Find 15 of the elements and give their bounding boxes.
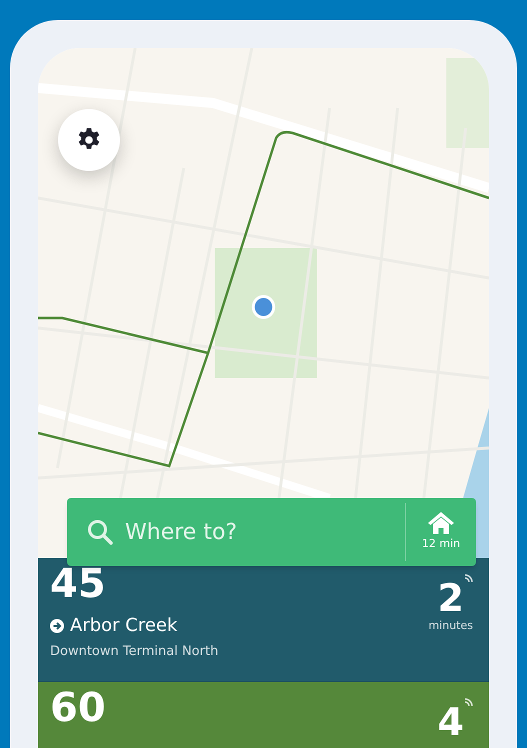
realtime-signal-icon: [464, 698, 473, 708]
route-number: 60: [50, 686, 106, 730]
eta-unit: minutes: [428, 618, 473, 634]
destination-name: Arbor Creek: [70, 614, 178, 638]
search-field[interactable]: Where to?: [125, 516, 375, 548]
search-bar[interactable]: Where to? 12 min: [67, 498, 476, 566]
home-icon: [428, 512, 454, 534]
eta-value: 2: [438, 578, 464, 618]
search-icon: [87, 519, 113, 545]
departure-card[interactable]: 45 Arbor Creek Downtown Terminal North 2 minutes: [38, 558, 489, 682]
stop-name: Downtown Terminal North: [50, 643, 218, 661]
eta-value: 4: [438, 702, 464, 742]
realtime-signal-icon: [464, 574, 473, 584]
departure-card[interactable]: 60 4: [38, 682, 489, 748]
arrow-icon: [50, 619, 64, 633]
